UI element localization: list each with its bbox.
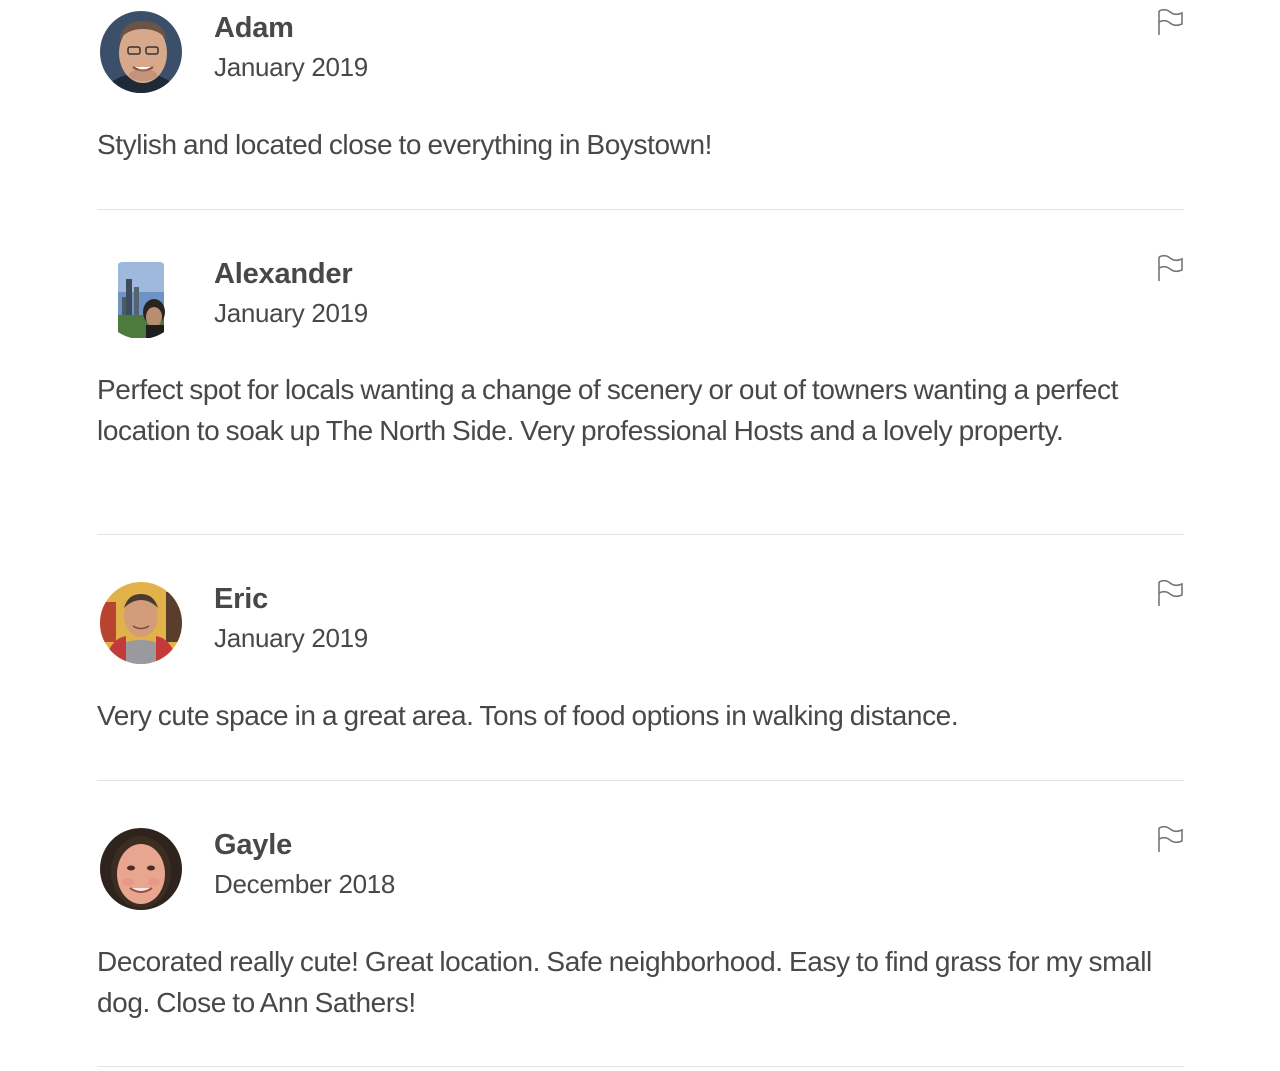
review-date: January 2019 [214, 298, 368, 328]
review-text: Decorated really cute! Great location. S… [97, 946, 1152, 1018]
review-header: Adam January 2019 [97, 8, 1184, 111]
review-header: Gayle December 2018 [97, 825, 1184, 928]
flag-icon[interactable] [1156, 578, 1184, 608]
reviewer-avatar[interactable] [100, 828, 182, 910]
reviewer-name[interactable]: Gayle [214, 829, 292, 862]
review-divider [97, 209, 1184, 210]
flag-icon[interactable] [1156, 824, 1184, 854]
flag-icon[interactable] [1156, 253, 1184, 283]
review-text: Stylish and located close to everything … [97, 129, 712, 160]
reviewer-name[interactable]: Adam [214, 12, 294, 45]
review-date: January 2019 [214, 623, 368, 653]
review-date: December 2018 [214, 869, 396, 899]
review-item: Eric January 2019 Very cute space in a g… [97, 579, 1184, 731]
review-item: Alexander January 2019 Perfect spot for … [97, 254, 1184, 446]
review-divider [97, 780, 1184, 781]
review-text: Perfect spot for locals wanting a change… [97, 374, 1119, 446]
review-header: Alexander January 2019 [97, 254, 1184, 357]
review-date: January 2019 [214, 52, 368, 82]
review-item: Gayle December 2018 Decorated really cut… [97, 825, 1184, 1018]
review-header: Eric January 2019 [97, 579, 1184, 682]
reviewer-name[interactable]: Alexander [214, 258, 353, 291]
reviewer-avatar[interactable] [100, 582, 182, 664]
reviewer-avatar[interactable] [100, 11, 182, 93]
reviewer-avatar[interactable] [100, 257, 182, 339]
flag-icon[interactable] [1156, 7, 1184, 37]
review-divider [97, 1066, 1184, 1067]
review-divider [97, 534, 1184, 535]
review-text: Very cute space in a great area. Tons of… [97, 700, 959, 731]
reviewer-name[interactable]: Eric [214, 583, 268, 616]
review-item: Adam January 2019 Stylish and located cl… [97, 8, 1184, 160]
